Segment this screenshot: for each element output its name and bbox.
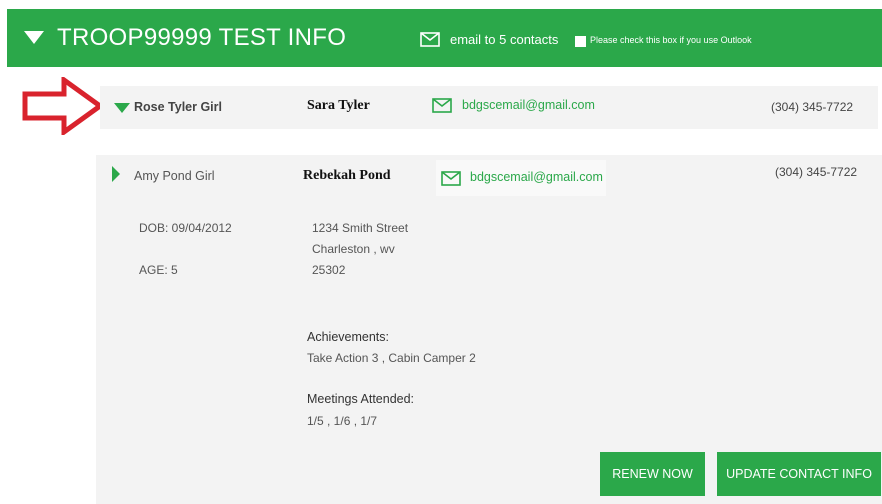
expand-caret-icon[interactable] — [114, 103, 130, 113]
girl-name[interactable]: Amy Pond Girl — [134, 169, 215, 183]
phone-number: (304) 345-7722 — [775, 165, 858, 179]
girl-name[interactable]: Rose Tyler Girl — [134, 100, 222, 114]
parent-name: Sara Tyler — [307, 98, 370, 113]
renew-now-button[interactable]: RENEW NOW — [600, 452, 705, 496]
age: AGE: 5 — [139, 263, 178, 277]
troop-title: TROOP99999 TEST INFO — [57, 24, 347, 51]
outlook-checkbox[interactable] — [575, 36, 586, 47]
meetings-value: 1/5 , 1/6 , 1/7 — [307, 414, 378, 428]
collapse-caret-icon[interactable] — [112, 166, 120, 182]
outlook-checkbox-label: Please check this box if you use Outlook — [590, 35, 752, 45]
mail-icon[interactable] — [441, 171, 461, 186]
achievements-value: Take Action 3 , Cabin Camper 2 — [307, 351, 476, 365]
address-line-3: 25302 — [312, 263, 346, 277]
email-link[interactable]: bdgscemail@gmail.com — [470, 170, 603, 184]
phone-number: (304) 345-7722 — [771, 100, 854, 114]
achievements-heading: Achievements: — [307, 330, 389, 344]
collapse-caret-icon[interactable] — [24, 31, 44, 44]
troop-header[interactable]: TROOP99999 TEST INFO email to 5 contacts… — [7, 9, 882, 67]
email-link[interactable]: bdgscemail@gmail.com — [462, 98, 595, 112]
address-line-2: Charleston , wv — [312, 242, 395, 256]
list-item[interactable]: Rose Tyler Girl Sara Tyler bdgscemail@gm… — [100, 86, 878, 129]
red-outline-arrow-icon — [22, 77, 104, 135]
member-detail-panel: Amy Pond Girl Rebekah Pond bdgscemail@gm… — [96, 155, 882, 504]
mail-icon[interactable] — [432, 98, 452, 113]
parent-name: Rebekah Pond — [303, 168, 391, 183]
mail-icon[interactable] — [420, 32, 440, 47]
update-contact-info-button[interactable]: UPDATE CONTACT INFO — [717, 452, 881, 496]
meetings-heading: Meetings Attended: — [307, 392, 415, 406]
address-line-1: 1234 Smith Street — [312, 221, 409, 235]
email-contacts-link[interactable]: email to 5 contacts — [450, 32, 558, 47]
date-of-birth: DOB: 09/04/2012 — [139, 221, 232, 235]
